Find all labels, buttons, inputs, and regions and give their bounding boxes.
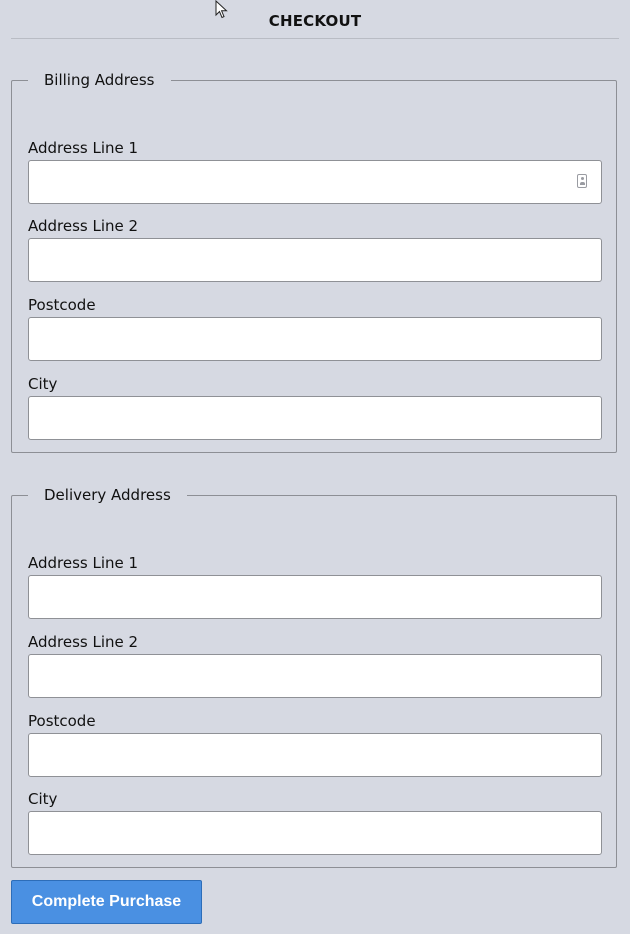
contact-card-icon[interactable] <box>577 174 587 188</box>
billing-address-line-1-field: Address Line 1 <box>28 139 602 204</box>
billing-postcode-label: Postcode <box>28 296 96 314</box>
billing-address-legend: Billing Address <box>44 71 155 89</box>
delivery-address-line-1-label: Address Line 1 <box>28 554 139 572</box>
delivery-postcode-label: Postcode <box>28 712 96 730</box>
billing-city-field: City <box>28 375 602 440</box>
billing-address-line-1-label: Address Line 1 <box>28 139 139 157</box>
delivery-postcode-input[interactable] <box>28 733 602 777</box>
billing-address-fieldset: Billing Address Address Line 1 Address L… <box>11 71 617 453</box>
delivery-address-line-2-input[interactable] <box>28 654 602 698</box>
billing-address-line-1-wrap <box>28 160 602 204</box>
billing-address-line-1-input[interactable] <box>28 160 602 204</box>
delivery-address-line-1-field: Address Line 1 <box>28 554 602 619</box>
page-title: CHECKOUT <box>268 12 362 30</box>
complete-purchase-button[interactable]: Complete Purchase <box>11 880 202 924</box>
billing-postcode-field: Postcode <box>28 296 602 361</box>
delivery-postcode-field: Postcode <box>28 712 602 777</box>
billing-postcode-input[interactable] <box>28 317 602 361</box>
delivery-address-line-2-field: Address Line 2 <box>28 633 602 698</box>
page-header: CHECKOUT <box>11 0 619 39</box>
billing-address-line-2-field: Address Line 2 <box>28 217 602 282</box>
delivery-address-fieldset: Delivery Address Address Line 1 Address … <box>11 486 617 868</box>
billing-city-label: City <box>28 375 58 393</box>
delivery-city-label: City <box>28 790 58 808</box>
delivery-address-legend: Delivery Address <box>44 486 171 504</box>
billing-address-line-2-label: Address Line 2 <box>28 217 139 235</box>
delivery-address-line-2-label: Address Line 2 <box>28 633 139 651</box>
delivery-city-input[interactable] <box>28 811 602 855</box>
billing-city-input[interactable] <box>28 396 602 440</box>
billing-address-line-2-input[interactable] <box>28 238 602 282</box>
delivery-city-field: City <box>28 790 602 855</box>
delivery-address-line-1-input[interactable] <box>28 575 602 619</box>
